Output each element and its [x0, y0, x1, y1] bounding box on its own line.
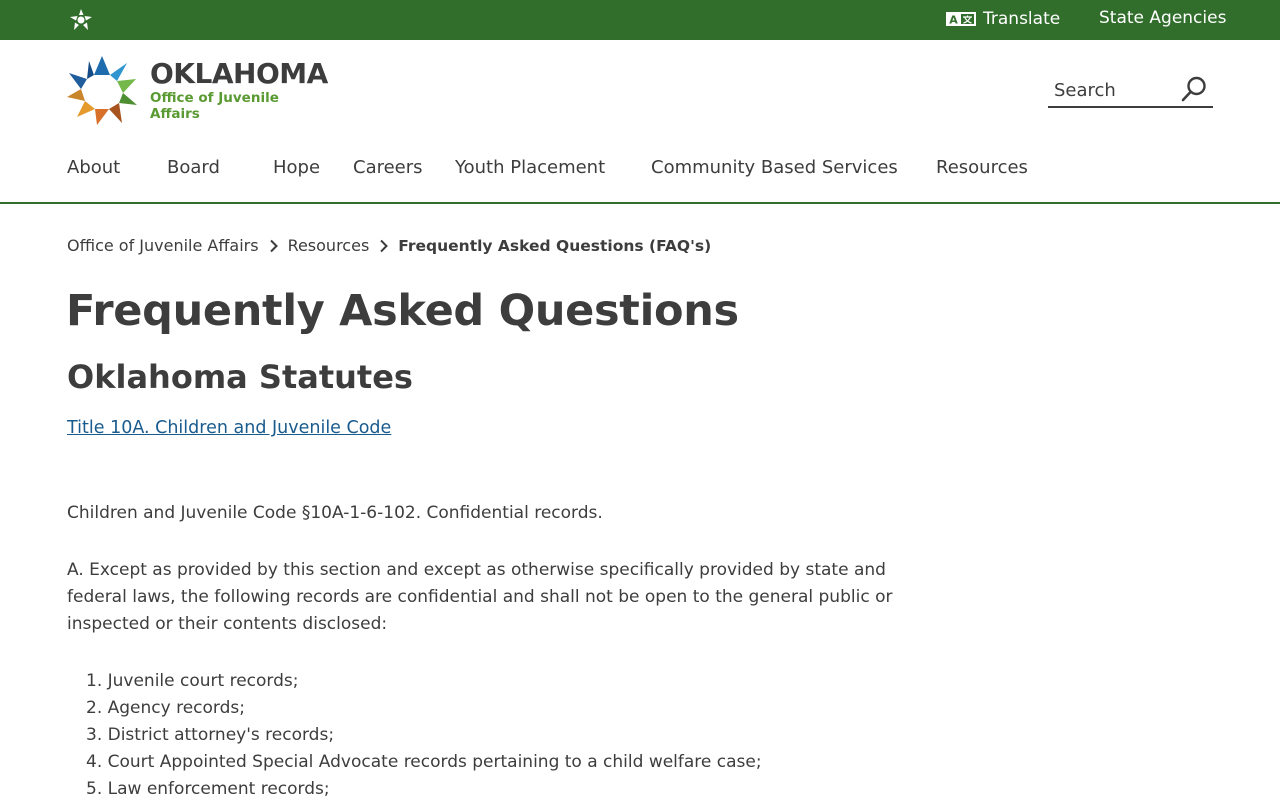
site-logo[interactable]: OKLAHOMA Office of Juvenile Affairs [67, 54, 328, 126]
main-navigation: About Board Hope Careers Youth Placement… [0, 157, 1280, 187]
nav-item-careers[interactable]: Careers [353, 157, 423, 178]
oja-star-logo-icon [67, 56, 137, 125]
list-item: 1. Juvenile court records; [86, 671, 299, 691]
top-utility-bar: A Translate State Agencies [0, 0, 1280, 40]
chevron-right-icon [269, 239, 278, 252]
nav-item-resources[interactable]: Resources [936, 157, 1028, 178]
nav-item-hope[interactable]: Hope [273, 157, 320, 178]
nav-item-community-based-services[interactable]: Community Based Services [651, 157, 898, 178]
breadcrumb-link-resources[interactable]: Resources [288, 236, 370, 255]
breadcrumb: Office of Juvenile Affairs Resources Fre… [67, 236, 711, 255]
breadcrumb-link-home[interactable]: Office of Juvenile Affairs [67, 236, 259, 255]
search-input[interactable] [1054, 76, 1176, 104]
search-icon[interactable] [1180, 75, 1208, 103]
nav-item-youth-placement[interactable]: Youth Placement [455, 157, 605, 178]
search-box [1048, 72, 1213, 108]
list-item: 4. Court Appointed Special Advocate reco… [86, 752, 762, 772]
logo-subtitle: Office of Juvenile Affairs [150, 89, 279, 122]
confidential-records-list: 1. Juvenile court records; 2. Agency rec… [86, 668, 762, 800]
site-header: OKLAHOMA Office of Juvenile Affairs Abou… [0, 40, 1280, 204]
chevron-right-icon [380, 239, 389, 252]
list-item: 5. Law enforcement records; [86, 779, 330, 799]
logo-title: OKLAHOMA [150, 56, 328, 90]
list-item: 2. Agency records; [86, 698, 245, 718]
nav-item-about[interactable]: About [67, 157, 120, 178]
statute-body-paragraph: A. Except as provided by this section an… [67, 560, 893, 634]
oklahoma-star-icon[interactable] [70, 9, 92, 31]
breadcrumb-current: Frequently Asked Questions (FAQ's) [398, 236, 712, 255]
state-agencies-link[interactable]: State Agencies [1099, 8, 1226, 28]
translate-button[interactable]: A Translate [946, 8, 1060, 30]
svg-text:A: A [949, 14, 958, 27]
page-title: Frequently Asked Questions [66, 286, 739, 336]
translate-icon: A [946, 12, 976, 27]
nav-item-board[interactable]: Board [167, 157, 220, 178]
section-title: Oklahoma Statutes [67, 358, 413, 396]
list-item: 3. District attorney's records; [86, 725, 335, 745]
statute-heading-paragraph: Children and Juvenile Code §10A-1-6-102.… [67, 503, 603, 523]
title-10a-link[interactable]: Title 10A. Children and Juvenile Code [67, 418, 391, 438]
translate-label: Translate [983, 9, 1061, 29]
